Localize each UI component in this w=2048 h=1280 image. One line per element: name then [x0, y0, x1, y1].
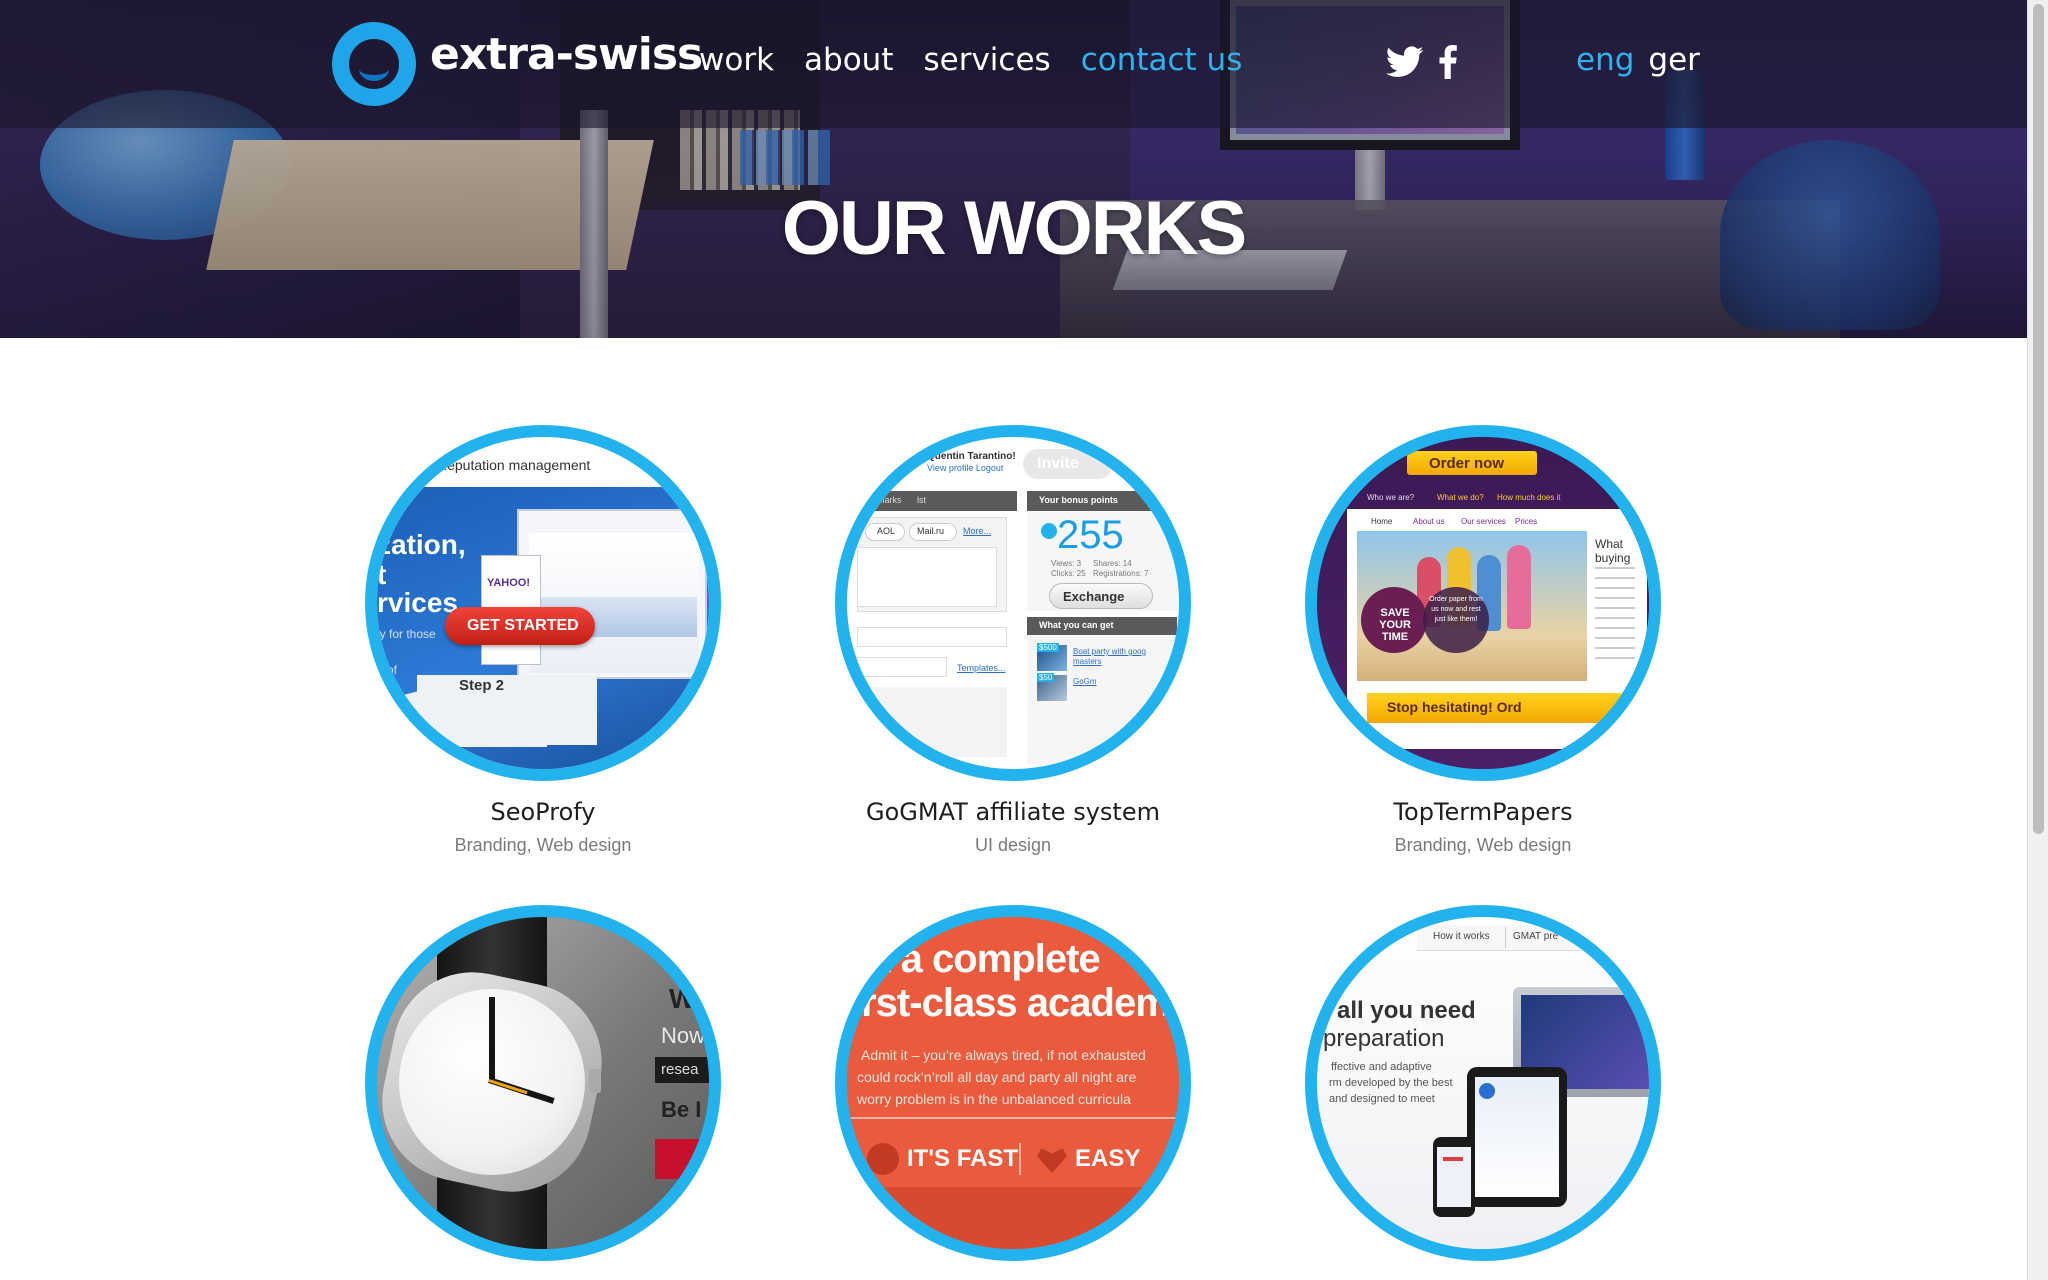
twitter-icon[interactable]	[1386, 46, 1424, 78]
scrollbar-thumb[interactable]	[2033, 4, 2044, 834]
hero-banner: extra-swiss work about services contact …	[0, 0, 2027, 338]
nav-item-contact-us[interactable]: contact us	[1081, 40, 1243, 80]
lang-ger[interactable]: ger	[1648, 40, 1700, 80]
scrollbar[interactable]	[2027, 0, 2048, 1280]
work-tags: Branding, Web design	[454, 835, 632, 855]
work-item-gogmat-affiliate[interactable]: Quentin Tarantino! View profile Logout I…	[833, 425, 1193, 857]
work-thumbnail[interactable]: Quentin Tarantino! View profile Logout I…	[835, 425, 1191, 781]
nav-item-about[interactable]: about	[804, 40, 893, 80]
work-item-seoprofy[interactable]: Reputation management zation, t rvices l…	[363, 425, 723, 857]
work-item-4[interactable]: W Now resea Be I	[363, 905, 723, 1277]
work-thumbnail[interactable]: W Now resea Be I	[365, 905, 721, 1261]
social-links	[1386, 45, 1458, 79]
work-thumbnail[interactable]: Order now Who we are? What we do? How mu…	[1305, 425, 1661, 781]
work-item-5[interactable]: et a complete irst-class academ Admit it…	[833, 905, 1193, 1277]
work-thumbnail[interactable]: How it works GMAT pre all you need prepa…	[1305, 905, 1661, 1261]
lang-eng[interactable]: eng	[1576, 40, 1634, 80]
language-switcher: eng ger	[1576, 40, 1700, 80]
work-tags: Branding, Web design	[1394, 835, 1572, 855]
nav-item-work[interactable]: work	[699, 40, 774, 80]
works-grid: Reputation management zation, t rvices l…	[0, 338, 2027, 1280]
facebook-icon[interactable]	[1438, 45, 1458, 79]
nav-item-services[interactable]: services	[923, 40, 1050, 80]
logo-icon[interactable]	[332, 22, 416, 106]
work-item-6[interactable]: How it works GMAT pre all you need prepa…	[1303, 905, 1663, 1277]
work-item-toptermpapers[interactable]: Order now Who we are? What we do? How mu…	[1303, 425, 1663, 857]
work-title[interactable]: GoGMAT affiliate system	[833, 797, 1193, 827]
work-title[interactable]: TopTermPapers	[1303, 797, 1663, 827]
work-tags: UI design	[974, 835, 1052, 855]
work-thumbnail[interactable]: et a complete irst-class academ Admit it…	[835, 905, 1191, 1261]
main-nav: work about services contact us	[699, 40, 1242, 80]
top-navbar: extra-swiss work about services contact …	[0, 0, 2027, 128]
logo-text[interactable]: extra-swiss	[430, 30, 703, 80]
page-title: OUR WORKS	[781, 186, 1247, 271]
work-thumbnail[interactable]: Reputation management zation, t rvices l…	[365, 425, 721, 781]
work-title[interactable]: SeoProfy	[363, 797, 723, 827]
